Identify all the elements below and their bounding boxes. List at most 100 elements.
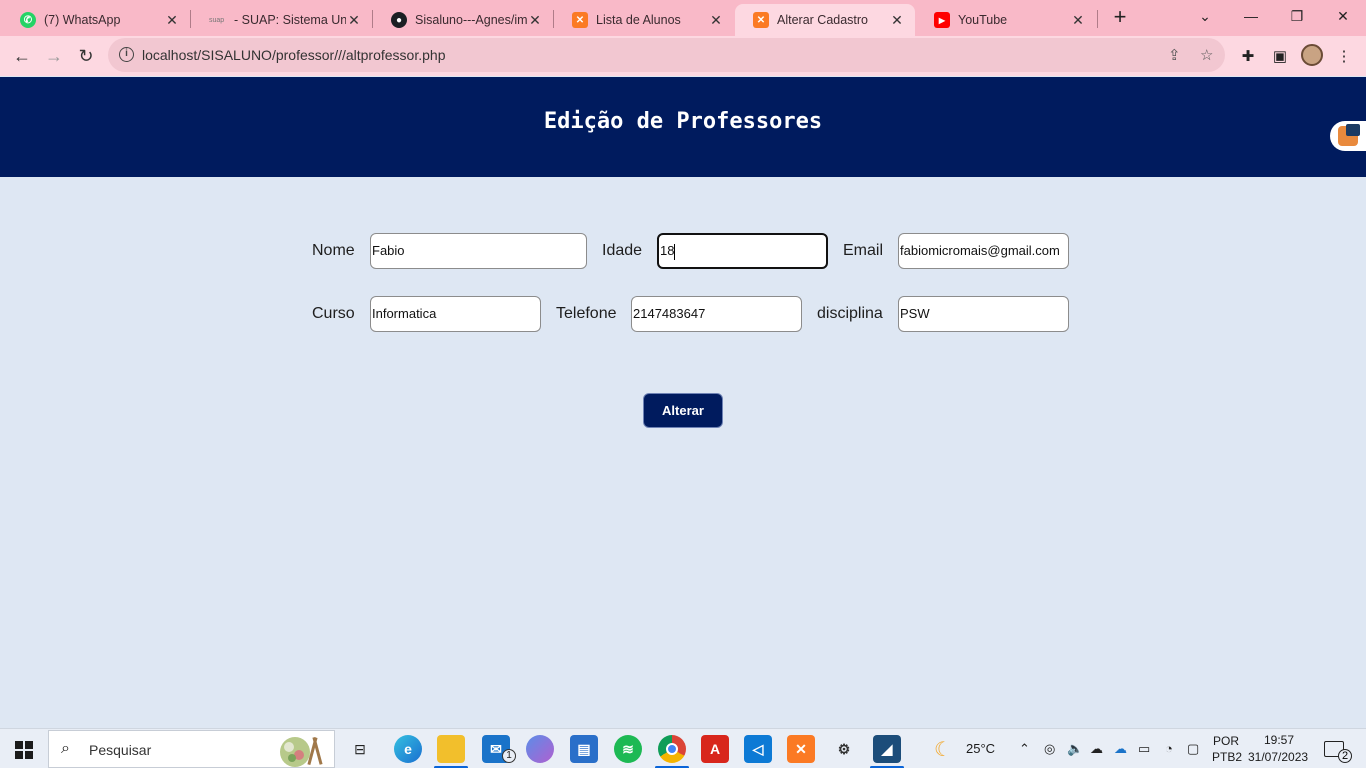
restore-icon: ❐ xyxy=(1290,7,1304,24)
minimize-icon: — xyxy=(1244,8,1258,24)
search-placeholder: Pesquisar xyxy=(89,742,152,758)
close-icon[interactable]: ✕ xyxy=(527,12,543,29)
vscode-icon[interactable]: ◁ xyxy=(744,735,772,763)
youtube-icon: ▶ xyxy=(934,12,950,28)
minimize-button[interactable]: — xyxy=(1228,0,1274,32)
keyboard-layout[interactable]: PTB2 xyxy=(1212,750,1242,764)
telefone-input[interactable]: 2147483647 xyxy=(631,296,802,332)
news-icon[interactable]: ▤ xyxy=(570,735,598,763)
nome-input[interactable]: Fabio xyxy=(370,233,587,269)
tab-title: YouTube xyxy=(958,13,1008,27)
browser-toolbar: ← → ↻ i localhost/SISALUNO/professor///a… xyxy=(0,36,1366,76)
info-icon[interactable]: i xyxy=(119,47,134,62)
close-icon: ✕ xyxy=(1337,7,1349,24)
arrow-left-icon: ← xyxy=(13,45,31,66)
telefone-label: Telefone xyxy=(556,305,617,322)
tab-title: Sisaluno---Agnes/ima xyxy=(415,13,527,27)
notification-count: 2 xyxy=(1338,749,1352,763)
close-icon[interactable]: ✕ xyxy=(346,12,362,29)
idade-input[interactable]: 18 xyxy=(657,233,828,269)
curso-input[interactable]: Informatica xyxy=(370,296,541,332)
extensions-icon[interactable]: ✚ xyxy=(1236,44,1260,68)
tab-suap[interactable]: suap - SUAP: Sistema Unific ✕ xyxy=(191,4,372,36)
tab-search-button[interactable]: ⌄ xyxy=(1182,0,1228,32)
onedrive-icon[interactable]: ☁ xyxy=(1114,741,1127,757)
chevron-up-icon[interactable]: ⌃ xyxy=(1019,741,1030,757)
chrome-icon[interactable] xyxy=(658,735,686,763)
xampp-icon: ✕ xyxy=(753,12,769,28)
restore-button[interactable]: ❐ xyxy=(1274,0,1320,32)
page-title: Edição de Professores xyxy=(543,109,823,134)
wifi-icon[interactable]: ◔ xyxy=(1165,741,1173,756)
tab-title: - SUAP: Sistema Unific xyxy=(234,13,346,27)
spotify-icon[interactable]: ≋ xyxy=(614,735,642,763)
text-caret xyxy=(674,243,676,260)
close-icon[interactable]: ✕ xyxy=(164,12,180,29)
language-indicator[interactable]: POR xyxy=(1213,734,1239,748)
idade-value: 18 xyxy=(660,243,675,258)
side-panel-icon[interactable]: ▣ xyxy=(1268,44,1292,68)
weather-moon-icon[interactable]: ☾ xyxy=(934,737,952,762)
settings-gear-icon[interactable]: ⚙ xyxy=(830,735,858,763)
tab-alterar-cadastro[interactable]: ✕ Alterar Cadastro ✕ xyxy=(735,4,915,36)
disciplina-input[interactable]: PSW xyxy=(898,296,1069,332)
forward-button[interactable]: → xyxy=(42,44,66,68)
tab-github[interactable]: ● Sisaluno---Agnes/ima ✕ xyxy=(373,4,553,36)
acrobat-icon[interactable]: A xyxy=(701,735,729,763)
search-icon: ⌕ xyxy=(61,740,70,757)
back-button[interactable]: ← xyxy=(10,44,34,68)
mysql-workbench-icon[interactable]: ◢ xyxy=(873,735,901,763)
close-icon[interactable]: ✕ xyxy=(708,12,724,29)
task-view-icon[interactable]: ⊟ xyxy=(346,735,374,763)
whatsapp-icon: ✆ xyxy=(20,12,36,28)
avatar[interactable] xyxy=(1301,44,1323,66)
share-icon[interactable]: ⇪ xyxy=(1168,46,1181,64)
volume-icon[interactable]: 🔈 xyxy=(1067,741,1083,757)
reload-button[interactable]: ↻ xyxy=(74,44,98,68)
new-tab-button[interactable]: + xyxy=(1108,6,1132,30)
curso-label: Curso xyxy=(312,305,355,322)
copilot-icon[interactable] xyxy=(526,735,554,763)
file-explorer-icon[interactable] xyxy=(437,735,465,763)
tab-whatsapp[interactable]: ✆ (7) WhatsApp ✕ xyxy=(2,4,190,36)
tab-lista-alunos[interactable]: ✕ Lista de Alunos ✕ xyxy=(554,4,734,36)
email-input[interactable]: fabiomicromais@gmail.com xyxy=(898,233,1069,269)
network-status-icon[interactable]: ☁ xyxy=(1090,741,1103,757)
address-bar[interactable]: i localhost/SISALUNO/professor///altprof… xyxy=(108,38,1225,72)
tab-youtube[interactable]: ▶ YouTube ✕ xyxy=(916,4,1096,36)
suap-icon: suap xyxy=(209,16,225,24)
notification-center-icon[interactable]: 2 xyxy=(1324,741,1352,763)
url-text[interactable]: localhost/SISALUNO/professor///altprofes… xyxy=(142,47,445,63)
arrow-right-icon: → xyxy=(45,45,63,66)
tab-title: Lista de Alunos xyxy=(596,13,681,27)
windows-taskbar: ⌕ Pesquisar ⊟ e ✉ 1 ▤ ≋ A ◁ ✕ ⚙ ◢ ☾ 25°C… xyxy=(0,728,1366,768)
display-icon[interactable]: ▢ xyxy=(1187,741,1199,757)
xampp-icon[interactable]: ✕ xyxy=(787,735,815,763)
translate-widget-icon[interactable] xyxy=(1330,121,1366,151)
email-label: Email xyxy=(843,242,884,259)
idade-label: Idade xyxy=(602,242,643,259)
taskbar-search-box[interactable]: ⌕ Pesquisar xyxy=(48,730,335,768)
meet-icon[interactable]: ◎ xyxy=(1044,741,1055,757)
browser-tab-strip: ✆ (7) WhatsApp ✕ suap - SUAP: Sistema Un… xyxy=(0,0,1366,36)
disciplina-label: disciplina xyxy=(817,305,883,322)
weather-temperature[interactable]: 25°C xyxy=(966,741,995,756)
battery-icon[interactable]: ▭ xyxy=(1138,741,1150,757)
search-highlight-image xyxy=(280,736,323,767)
star-icon[interactable]: ☆ xyxy=(1200,46,1213,64)
tab-title: (7) WhatsApp xyxy=(44,13,121,27)
nome-label: Nome xyxy=(312,242,355,259)
close-icon[interactable]: ✕ xyxy=(889,12,905,29)
clock-time[interactable]: 19:57 xyxy=(1264,733,1294,747)
menu-icon[interactable]: ⋮ xyxy=(1332,44,1356,68)
windows-start-button[interactable] xyxy=(15,741,33,759)
tab-title: Alterar Cadastro xyxy=(777,13,869,27)
chevron-down-icon: ⌄ xyxy=(1199,7,1211,24)
edge-icon[interactable]: e xyxy=(394,735,422,763)
close-icon[interactable]: ✕ xyxy=(1070,12,1086,29)
github-icon: ● xyxy=(391,12,407,28)
close-window-button[interactable]: ✕ xyxy=(1320,0,1366,32)
alterar-button[interactable]: Alterar xyxy=(643,393,723,428)
xampp-icon: ✕ xyxy=(572,12,588,28)
clock-date[interactable]: 31/07/2023 xyxy=(1248,750,1308,764)
